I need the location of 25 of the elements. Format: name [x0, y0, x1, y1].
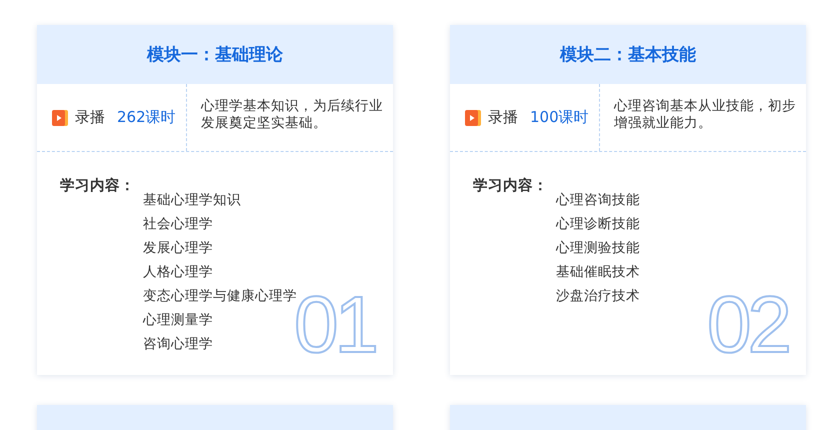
topic-item: 基础催眠技术 [556, 263, 640, 282]
content-label: 学习内容： [473, 176, 549, 196]
topic-item: 人格心理学 [143, 263, 214, 282]
topic-item: 心理测验技能 [556, 239, 640, 258]
video-play-icon [464, 108, 482, 126]
module-title: 模块一：基础理论 [147, 44, 283, 66]
content-label: 学习内容： [60, 176, 136, 196]
course-hours: 262课时 [117, 108, 176, 127]
module-number: 02 [707, 287, 788, 363]
module-summary: 心理学基本知识，为后续行业发展奠定坚实基础。 [200, 97, 384, 133]
topic-item: 心理咨询技能 [556, 191, 640, 210]
course-hours: 100课时 [530, 108, 589, 127]
module-summary: 心理咨询基本从业技能，初步增强就业能力。 [612, 97, 797, 133]
topic-item: 心理诊断技能 [556, 215, 640, 234]
topic-item: 基础心理学知识 [143, 191, 242, 210]
topic-item: 沙盘治疗技术 [556, 287, 640, 306]
topic-item: 变态心理学与健康心理学 [143, 287, 297, 304]
topic-item: 心理测量学 [143, 311, 214, 330]
topic-item: 发展心理学 [143, 239, 214, 258]
topic-item: 咨询心理学 [143, 335, 214, 354]
course-mode: 录播 [75, 108, 105, 127]
topic-item: 社会心理学 [143, 215, 214, 234]
video-play-icon [51, 108, 69, 126]
course-mode: 录播 [488, 108, 518, 127]
module-title: 模块二：基本技能 [560, 44, 696, 66]
